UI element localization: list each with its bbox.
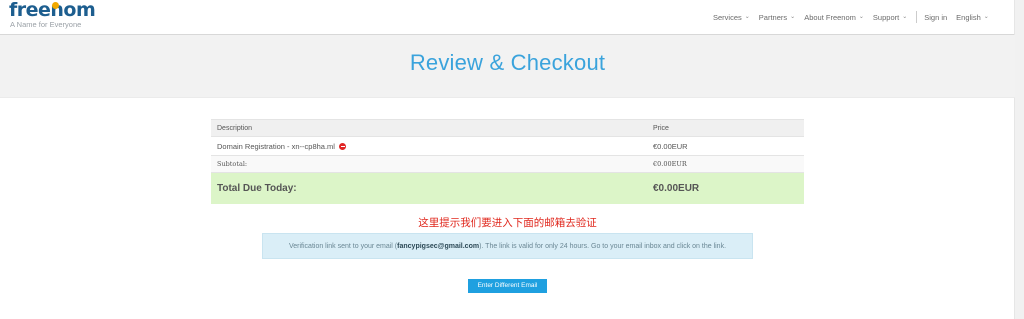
- enter-different-email-button[interactable]: Enter Different Email: [468, 279, 547, 293]
- sign-in-label: Sign in: [924, 12, 948, 22]
- page-scrollbar[interactable]: [1014, 0, 1024, 319]
- table-header-row: Description Price: [211, 119, 804, 137]
- nav-services-label: Services: [713, 12, 742, 22]
- language-selector[interactable]: English ⌄: [956, 13, 989, 22]
- subtotal-label: Subtotal:: [211, 155, 647, 173]
- chevron-down-icon: ⌄: [790, 13, 796, 20]
- nav-about[interactable]: About Freenom ⌄: [804, 13, 864, 22]
- item-description-cell: Domain Registration - xn--cp8ha.ml: [211, 136, 647, 156]
- alert-prefix: Verification link sent to your email (: [288, 243, 398, 250]
- nav-divider: [916, 11, 918, 23]
- item-price: €0.00EUR: [647, 136, 804, 156]
- chevron-down-icon: ⌄: [858, 13, 864, 20]
- main-nav: Services ⌄ Partners ⌄ About Freenom ⌄ Su…: [713, 11, 998, 23]
- column-header-price: Price: [647, 119, 804, 137]
- nav-support-label: Support: [872, 12, 900, 22]
- nav-services[interactable]: Services ⌄: [713, 13, 750, 22]
- nav-support[interactable]: Support ⌄: [873, 13, 907, 22]
- item-description: Domain Registration - xn--cp8ha.ml: [217, 141, 335, 151]
- language-label: English: [956, 12, 981, 22]
- column-header-description: Description: [211, 119, 647, 137]
- subtotal-row: Subtotal: €0.00EUR: [211, 155, 804, 173]
- annotation-text: 这里提示我们要进入下面的邮箱去验证: [418, 217, 597, 229]
- nav-partners[interactable]: Partners ⌄: [759, 13, 795, 22]
- logo-tagline: A Name for Everyone: [10, 20, 82, 29]
- cart-table: Description Price Domain Registration - …: [211, 119, 804, 204]
- page-banner: Review & Checkout: [0, 35, 1015, 98]
- chevron-down-icon: ⌄: [902, 13, 908, 20]
- page-title: Review & Checkout: [409, 50, 606, 75]
- freenom-logo[interactable]: freenom A Name for Everyone: [9, 0, 109, 32]
- logo-dot-icon: [52, 2, 59, 9]
- total-row: Total Due Today: €0.00EUR: [211, 172, 804, 204]
- nav-about-label: About Freenom: [804, 12, 856, 22]
- chevron-down-icon: ⌄: [983, 13, 989, 20]
- nav-sign-in[interactable]: Sign in: [924, 13, 947, 22]
- subtotal-value: €0.00EUR: [647, 155, 804, 173]
- remove-icon[interactable]: [339, 142, 347, 150]
- top-navbar: freenom A Name for Everyone Services ⌄ P…: [0, 0, 1015, 35]
- alert-suffix: ). The link is valid for only 24 hours. …: [479, 243, 727, 250]
- alert-email: fancypigsec@gmail.com: [397, 243, 480, 250]
- total-value: €0.00EUR: [647, 172, 804, 204]
- table-row: Domain Registration - xn--cp8ha.ml €0.00…: [211, 136, 804, 156]
- total-label: Total Due Today:: [211, 172, 647, 204]
- nav-partners-label: Partners: [758, 12, 788, 22]
- chevron-down-icon: ⌄: [744, 13, 750, 20]
- verification-alert: Verification link sent to your email (fa…: [262, 233, 753, 259]
